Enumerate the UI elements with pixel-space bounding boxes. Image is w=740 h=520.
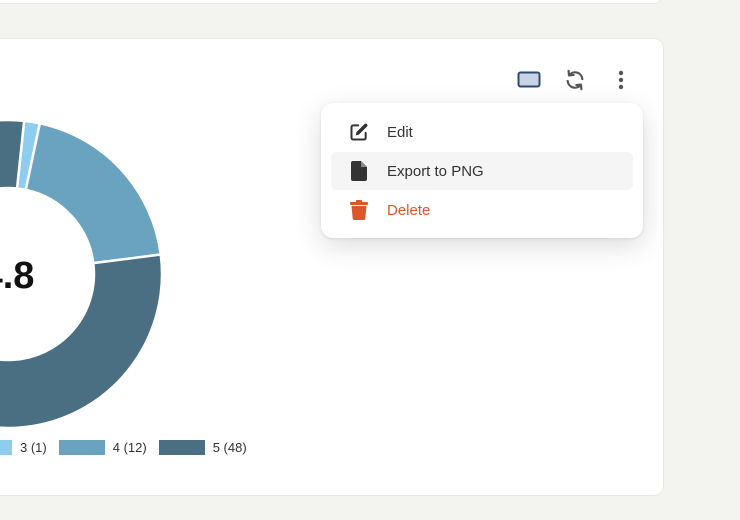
trash-icon — [331, 200, 387, 220]
legend-swatch — [0, 440, 12, 455]
menu-item-export-png[interactable]: Export to PNG — [331, 152, 633, 190]
menu-item-label: Export to PNG — [387, 162, 484, 180]
chart-legend: 3 (1) 4 (12) 5 (48) — [0, 440, 259, 455]
menu-item-delete[interactable]: Delete — [331, 191, 633, 229]
chart-center-value: 4.8 — [0, 255, 34, 297]
pie-slice[interactable] — [24, 121, 163, 265]
legend-item: 3 (1) — [0, 440, 47, 455]
legend-swatch — [158, 440, 205, 455]
file-icon — [331, 161, 387, 181]
legend-label: 3 (1) — [20, 440, 47, 455]
legend-swatch — [58, 440, 105, 455]
legend-item: 4 (12) — [58, 440, 147, 455]
legend-label: 5 (48) — [212, 440, 247, 455]
edit-icon — [331, 122, 387, 142]
menu-item-label: Edit — [387, 123, 413, 141]
menu-item-label: Delete — [387, 201, 431, 219]
menu-item-edit[interactable]: Edit — [331, 113, 633, 151]
legend-label: 4 (12) — [112, 440, 147, 455]
legend-item: 5 (48) — [158, 440, 247, 455]
context-menu: Edit Export to PNG Delete — [321, 103, 643, 238]
